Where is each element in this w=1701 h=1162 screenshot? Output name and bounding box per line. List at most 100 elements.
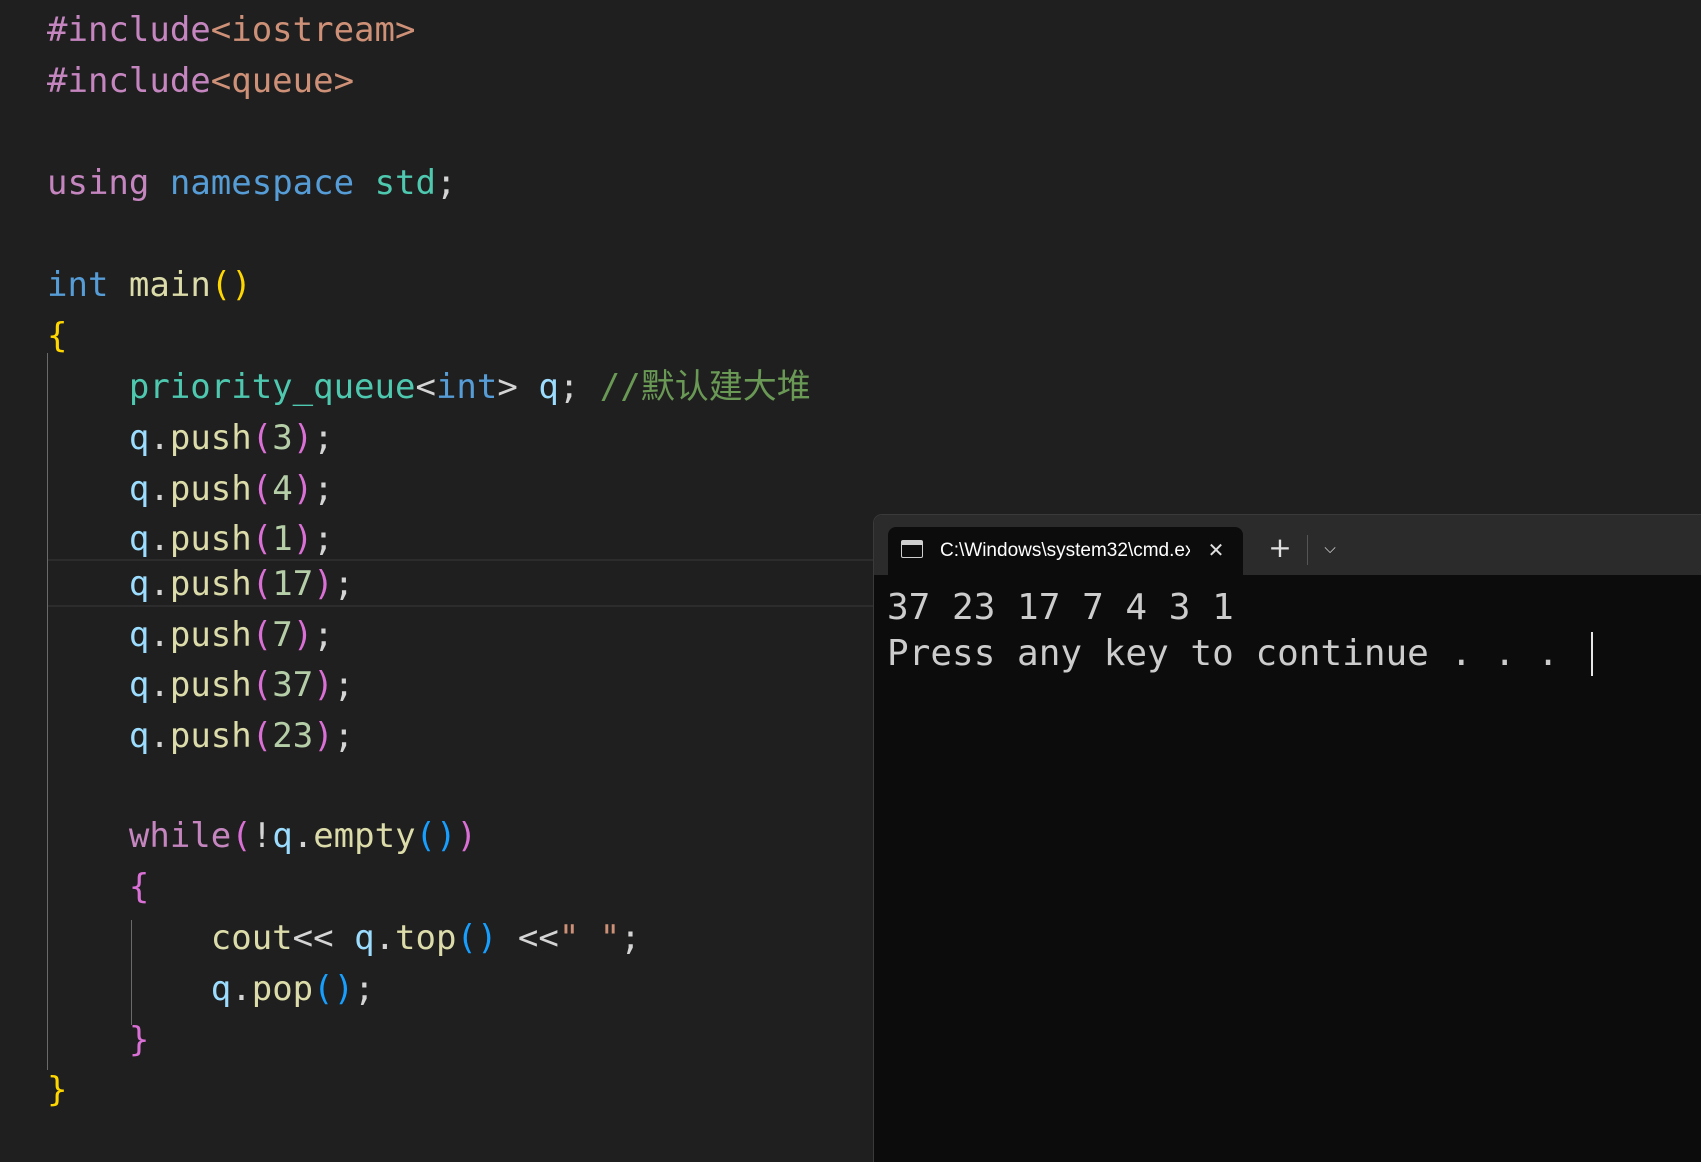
new-tab-button[interactable]: + xyxy=(1264,532,1296,564)
dot: . xyxy=(149,615,170,655)
code-line-20[interactable]: q.pop(); xyxy=(47,964,375,1014)
code-line-12[interactable]: q.push(17); xyxy=(47,559,354,609)
obj: q xyxy=(354,918,375,958)
obj: q xyxy=(128,418,150,458)
method: push xyxy=(169,519,252,559)
terminal-output-line-1: 37 23 17 7 4 3 1 xyxy=(887,587,1234,628)
function-name: main xyxy=(128,265,211,305)
dot: . xyxy=(292,816,314,856)
semicolon: ; xyxy=(313,615,334,655)
obj: q xyxy=(128,469,150,509)
paren-open: ( xyxy=(251,519,273,559)
dot: . xyxy=(149,665,170,705)
dot: . xyxy=(374,918,396,958)
paren-close: ) xyxy=(292,615,314,655)
code-line-22[interactable]: } xyxy=(47,1065,67,1115)
brace-open: { xyxy=(47,316,68,356)
terminal-titlebar: C:\Windows\system32\cmd.exe ✕ + ⌵ xyxy=(874,515,1701,575)
paren-open: ( xyxy=(251,615,273,655)
brace-close: } xyxy=(47,1070,68,1110)
terminal-tab-title: C:\Windows\system32\cmd.exe xyxy=(940,540,1190,561)
method: push xyxy=(169,418,252,458)
paren-open: ( xyxy=(251,716,273,756)
method: push xyxy=(169,665,252,705)
method: top xyxy=(395,918,457,958)
code-line-8[interactable]: priority_queue<int> q; //默认建大堆 xyxy=(47,362,811,412)
terminal-window[interactable]: C:\Windows\system32\cmd.exe ✕ + ⌵ 37 23 … xyxy=(873,514,1701,1162)
code-line-4[interactable]: using namespace std; xyxy=(47,158,456,208)
template-arg: int xyxy=(435,367,498,407)
angle-open: < xyxy=(415,367,436,407)
semicolon: ; xyxy=(333,665,355,705)
keyword-while: while xyxy=(128,816,232,856)
arg: 1 xyxy=(272,519,293,559)
obj: q xyxy=(210,969,232,1009)
code-line-6[interactable]: int main() xyxy=(47,260,252,310)
semicolon: ; xyxy=(333,564,355,604)
code-line-14[interactable]: q.push(37); xyxy=(47,660,354,710)
stream-op: << xyxy=(497,918,559,958)
paren-close: ) xyxy=(292,469,314,509)
paren-open: ( xyxy=(251,665,273,705)
arg: 17 xyxy=(272,564,314,604)
obj: q xyxy=(128,564,150,604)
paren-close: ) xyxy=(313,564,334,604)
code-line-10[interactable]: q.push(4); xyxy=(47,464,334,514)
obj: q xyxy=(272,816,293,856)
method: push xyxy=(169,564,252,604)
cout: cout xyxy=(210,918,293,958)
dot: . xyxy=(149,469,170,509)
code-line-15[interactable]: q.push(23); xyxy=(47,711,354,761)
obj: q xyxy=(128,716,150,756)
keyword-namespace: namespace xyxy=(169,163,355,203)
code-line-1[interactable]: #include<iostream> xyxy=(47,5,415,55)
code-line-13[interactable]: q.push(7); xyxy=(47,610,334,660)
semicolon: ; xyxy=(313,519,334,559)
semicolon: ; xyxy=(558,367,580,407)
semicolon: ; xyxy=(313,418,334,458)
namespace-name: std xyxy=(374,163,436,203)
include-directive: #include xyxy=(47,61,211,101)
keyword-using: using xyxy=(47,163,150,203)
method: pop xyxy=(251,969,314,1009)
arg: 37 xyxy=(272,665,314,705)
terminal-tab[interactable]: C:\Windows\system32\cmd.exe ✕ xyxy=(888,527,1243,575)
paren-close: ) xyxy=(456,816,477,856)
code-line-7[interactable]: { xyxy=(47,311,67,361)
obj: q xyxy=(128,615,150,655)
semicolon: ; xyxy=(354,969,375,1009)
parens-inner: () xyxy=(415,816,457,856)
semicolon: ; xyxy=(313,469,334,509)
method: push xyxy=(169,615,252,655)
obj: q xyxy=(128,519,150,559)
include-directive: #include xyxy=(47,10,211,50)
paren-close: ) xyxy=(313,665,334,705)
paren-open: ( xyxy=(251,564,273,604)
code-line-9[interactable]: q.push(3); xyxy=(47,413,334,463)
paren-open: ( xyxy=(231,816,252,856)
inner-brace-open: { xyxy=(128,867,150,907)
paren-open: ( xyxy=(251,469,273,509)
code-line-2[interactable]: #include<queue> xyxy=(47,56,354,106)
code-line-17[interactable]: while(!q.empty()) xyxy=(47,811,477,861)
obj: q xyxy=(128,665,150,705)
chevron-down-icon[interactable]: ⌵ xyxy=(1316,534,1344,562)
semicolon: ; xyxy=(333,716,355,756)
include-header: <queue> xyxy=(210,61,355,101)
paren-open: ( xyxy=(251,418,273,458)
method: push xyxy=(169,469,252,509)
code-line-11[interactable]: q.push(1); xyxy=(47,514,334,564)
angle-close: > xyxy=(497,367,518,407)
code-line-19[interactable]: cout<< q.top() <<" "; xyxy=(47,913,641,963)
string-literal: " " xyxy=(558,918,621,958)
paren-close: ) xyxy=(292,418,314,458)
code-line-18[interactable]: { xyxy=(47,862,149,912)
close-tab-icon[interactable]: ✕ xyxy=(1203,537,1229,563)
paren-close: ) xyxy=(292,519,314,559)
arg: 3 xyxy=(272,418,293,458)
type-name: priority_queue xyxy=(128,367,416,407)
dot: . xyxy=(149,564,170,604)
cmd-icon xyxy=(901,540,923,558)
parens: () xyxy=(313,969,355,1009)
code-line-21[interactable]: } xyxy=(47,1015,149,1065)
